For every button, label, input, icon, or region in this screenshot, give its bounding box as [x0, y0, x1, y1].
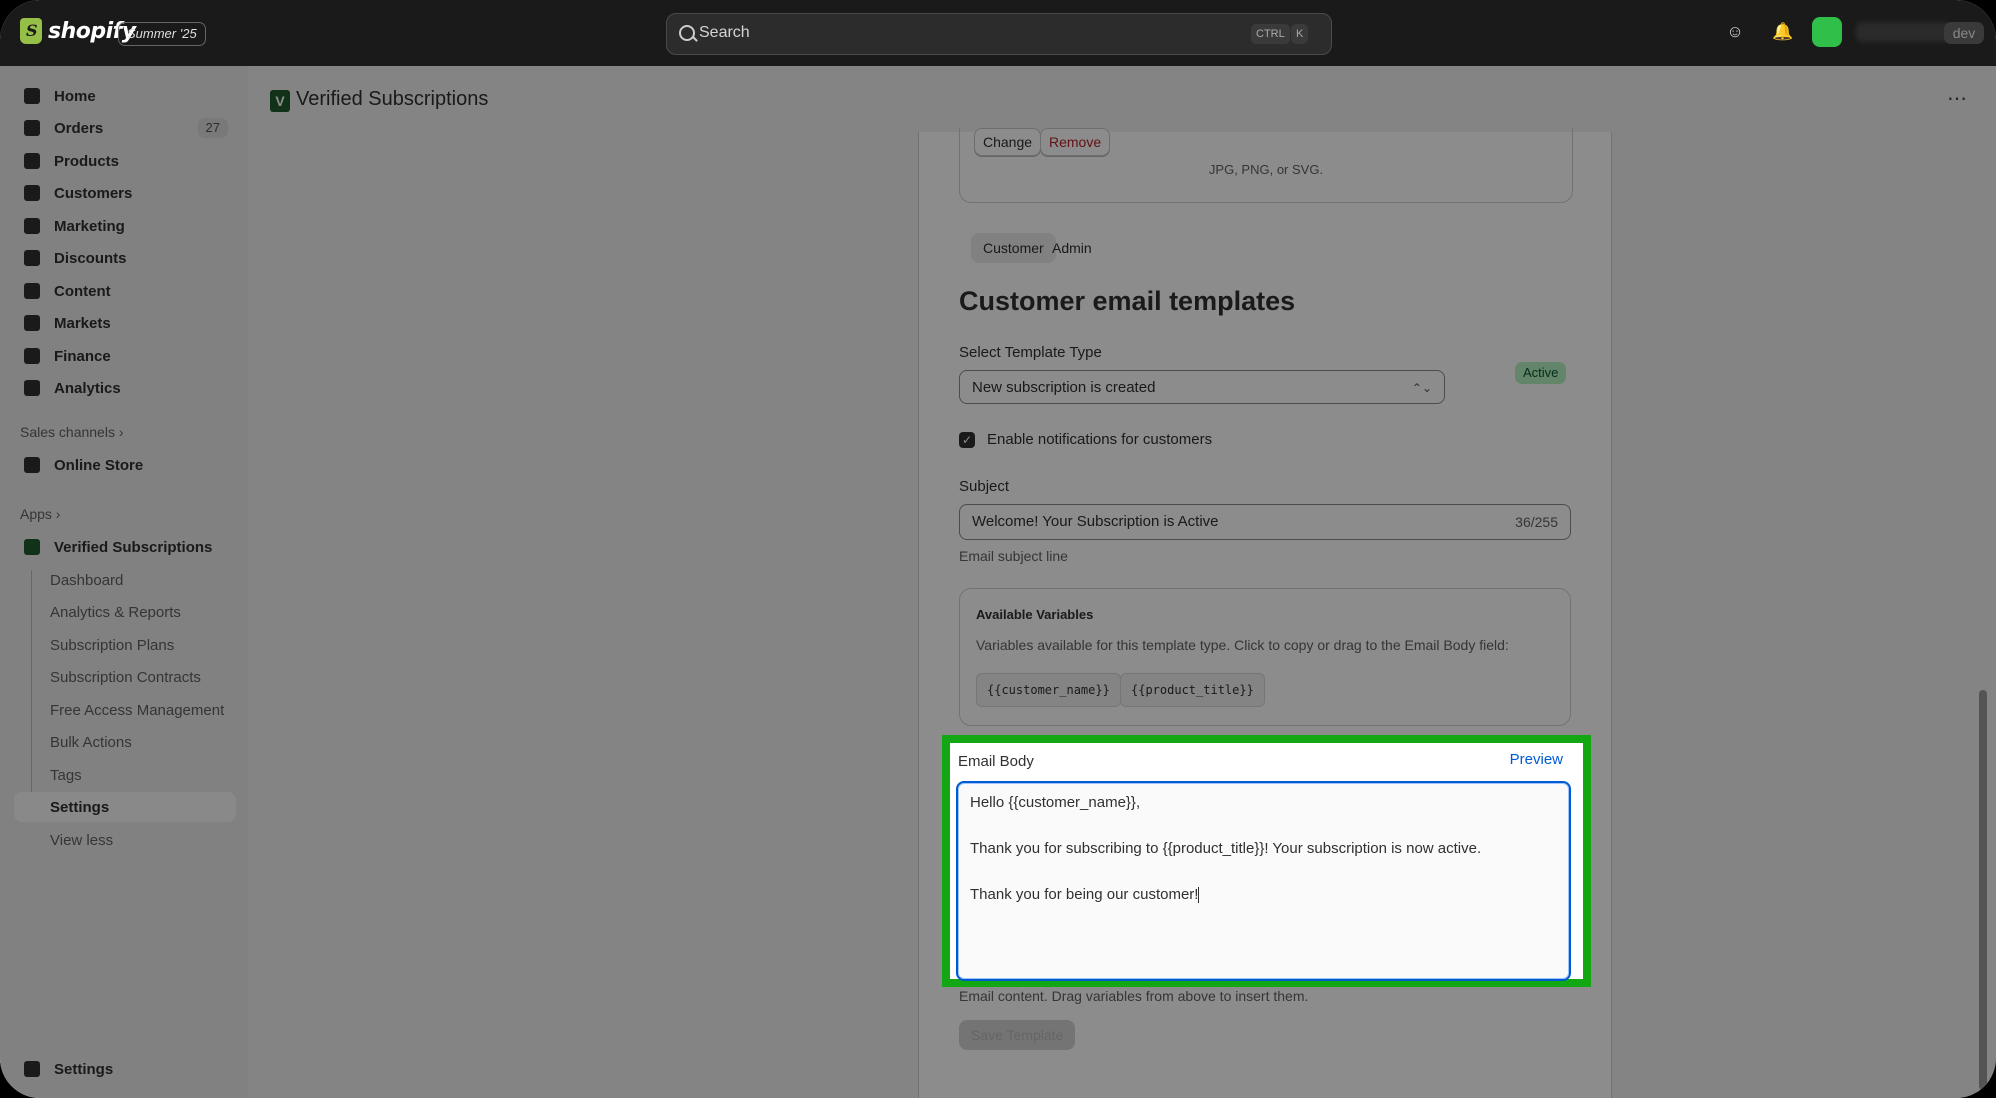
- store-badge[interactable]: dev: [1944, 22, 1984, 44]
- kbd-ctrl: CTRL: [1251, 24, 1290, 44]
- image-icon: [24, 283, 40, 299]
- sidebar-item-products[interactable]: Products: [14, 146, 236, 176]
- person-icon: [24, 185, 40, 201]
- sidebar-item-customers[interactable]: Customers: [14, 178, 236, 208]
- app-window: shopify Summer '25 Search CTRL K ☺ 🔔 dev…: [0, 0, 1996, 1098]
- subject-input[interactable]: Welcome! Your Subscription is Active 36/…: [959, 504, 1571, 540]
- submenu-bulk-actions[interactable]: Bulk Actions: [50, 734, 132, 751]
- gear-icon: [24, 1061, 40, 1077]
- submenu-tags[interactable]: Tags: [50, 767, 82, 784]
- top-bar: shopify Summer '25 Search CTRL K ☺ 🔔 dev: [0, 0, 1996, 66]
- store-name-blurred: [1856, 22, 1950, 42]
- submenu-line: [31, 570, 32, 808]
- app-logo-icon: [24, 539, 40, 555]
- remove-button[interactable]: Remove: [1040, 128, 1111, 156]
- submenu-view-less[interactable]: View less: [50, 832, 113, 849]
- sidebar-item-content[interactable]: Content: [14, 276, 236, 306]
- subject-help: Email subject line: [959, 548, 1068, 564]
- file-type-hint: JPG, PNG, or SVG.: [1208, 162, 1324, 177]
- body-line-2: Thank you for subscribing to {{product_t…: [970, 840, 1482, 857]
- sidebar-item-verified-subscriptions[interactable]: Verified Subscriptions: [14, 532, 236, 562]
- kbd-k: K: [1291, 24, 1309, 44]
- app-logo-icon: V: [270, 90, 290, 112]
- search-input[interactable]: Search CTRL K: [666, 13, 1332, 55]
- tag-icon: [24, 153, 40, 169]
- page-title: Verified Subscriptions: [296, 88, 489, 110]
- more-actions-icon[interactable]: ⋯: [1947, 86, 1968, 111]
- available-variables-box: Available Variables Variables available …: [959, 588, 1571, 726]
- sidebar-item-settings[interactable]: Settings: [14, 1054, 236, 1084]
- bank-icon: [24, 348, 40, 364]
- search-placeholder: Search: [699, 24, 750, 41]
- globe-icon: [24, 315, 40, 331]
- template-type-select[interactable]: New subscription is created ⌃⌄: [959, 370, 1445, 404]
- shopify-bag-icon: [20, 18, 42, 44]
- store-icon: [24, 457, 40, 473]
- body-line-1: Hello {{customer_name}},: [970, 794, 1141, 811]
- sidebar-item-analytics[interactable]: Analytics: [14, 373, 236, 403]
- submenu-settings[interactable]: Settings: [50, 799, 109, 816]
- target-icon: [24, 218, 40, 234]
- submenu-subscription-contracts[interactable]: Subscription Contracts: [50, 669, 201, 686]
- search-icon: [679, 25, 695, 41]
- template-type-label: Select Template Type: [959, 344, 1102, 361]
- text-caret: [1198, 887, 1200, 904]
- logo-upload-box: Change Remove JPG, PNG, or SVG.: [959, 128, 1573, 203]
- subject-label: Subject: [959, 478, 1010, 495]
- sidekick-icon[interactable]: ☺: [1725, 22, 1745, 42]
- sidebar-item-discounts[interactable]: Discounts: [14, 243, 236, 273]
- apps-heading[interactable]: Apps ›: [20, 506, 60, 522]
- discount-icon: [24, 250, 40, 266]
- sidebar-item-marketing[interactable]: Marketing: [14, 211, 236, 241]
- sidebar-item-home[interactable]: Home: [14, 81, 236, 111]
- email-body-textarea[interactable]: Hello {{customer_name}}, Thank you for s…: [956, 781, 1571, 981]
- submenu-subscription-plans[interactable]: Subscription Plans: [50, 637, 174, 654]
- subject-counter: 36/255: [1515, 514, 1558, 530]
- page-header: V Verified Subscriptions ⋯: [248, 66, 1996, 132]
- section-title: Customer email templates: [959, 286, 1296, 316]
- tab-admin[interactable]: Admin: [1040, 233, 1104, 263]
- home-icon: [24, 88, 40, 104]
- select-chevron-icon: ⌃⌄: [1411, 381, 1432, 395]
- scrollbar-thumb[interactable]: [1979, 690, 1987, 1090]
- orders-icon: [24, 120, 40, 136]
- submenu-dashboard[interactable]: Dashboard: [50, 572, 123, 589]
- submenu-free-access[interactable]: Free Access Management: [50, 702, 224, 719]
- sales-channels-heading[interactable]: Sales channels ›: [20, 424, 124, 440]
- orders-count: 27: [197, 118, 228, 138]
- preview-link[interactable]: Preview: [1510, 751, 1563, 768]
- enable-notifications-label[interactable]: Enable notifications for customers: [987, 431, 1212, 448]
- enable-notifications-checkbox[interactable]: ✓: [959, 432, 975, 448]
- save-template-button[interactable]: Save Template: [959, 1020, 1076, 1050]
- variables-title: Available Variables: [976, 607, 1094, 622]
- variable-chip-product-title[interactable]: {{product_title}}: [1120, 673, 1265, 707]
- sidebar-item-orders[interactable]: Orders 27: [14, 113, 236, 143]
- sidebar: Home Orders 27 Products Customers Marketi…: [0, 66, 248, 1098]
- sidebar-item-online-store[interactable]: Online Store: [14, 450, 236, 480]
- sidebar-item-finance[interactable]: Finance: [14, 341, 236, 371]
- email-body-label: Email Body: [958, 753, 1034, 770]
- submenu-analytics-reports[interactable]: Analytics & Reports: [50, 604, 181, 621]
- edition-badge: Summer '25: [118, 22, 206, 46]
- bell-icon[interactable]: 🔔: [1772, 22, 1793, 42]
- active-submenu-highlight: [14, 792, 236, 822]
- sidebar-item-markets[interactable]: Markets: [14, 308, 236, 338]
- change-button[interactable]: Change: [974, 128, 1042, 156]
- email-body-highlight: Email Body Preview Hello {{customer_name…: [942, 735, 1591, 987]
- body-line-3: Thank you for being our customer!: [970, 886, 1199, 903]
- variables-description: Variables available for this template ty…: [976, 637, 1509, 653]
- body-help: Email content. Drag variables from above…: [959, 988, 1309, 1004]
- bar-chart-icon: [24, 380, 40, 396]
- avatar[interactable]: [1812, 17, 1842, 47]
- variable-chip-customer-name[interactable]: {{customer_name}}: [976, 673, 1121, 707]
- status-badge: Active: [1515, 362, 1567, 384]
